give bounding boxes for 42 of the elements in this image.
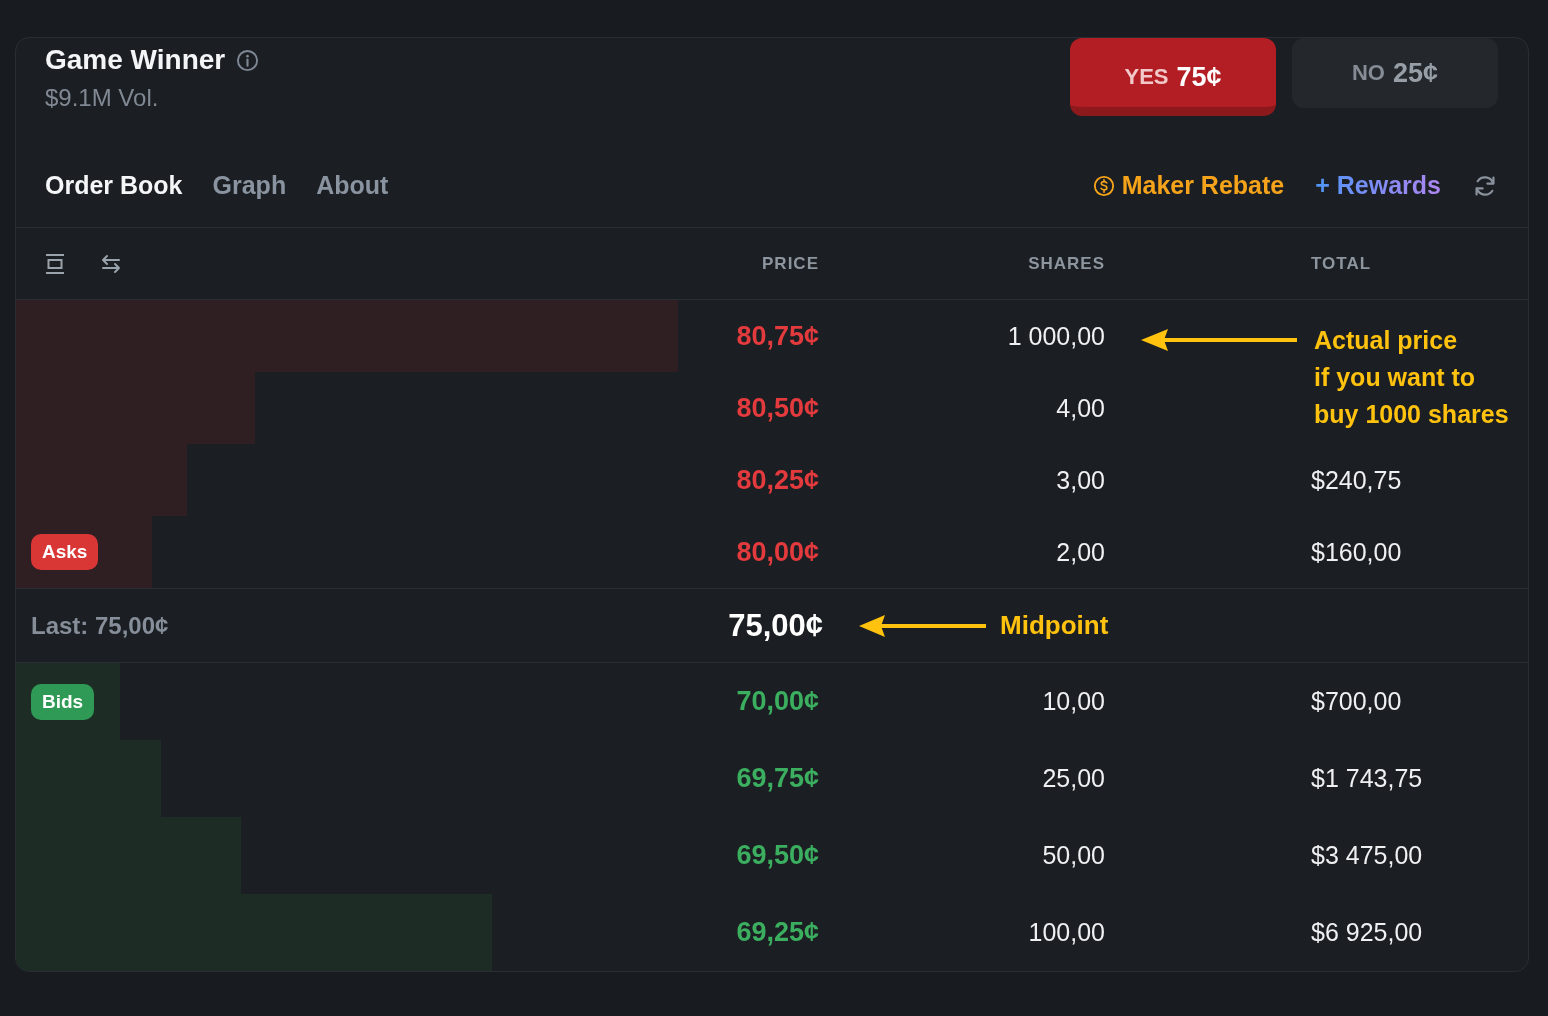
share-amount: 25,00 xyxy=(1042,764,1105,793)
midpoint-price: 75,00¢ xyxy=(728,607,823,644)
share-amount: 3,00 xyxy=(1056,465,1105,495)
maker-rebate-link[interactable]: Maker Rebate xyxy=(1092,171,1285,200)
tab[interactable]: About xyxy=(316,171,389,200)
share-amount: 4,00 xyxy=(1056,393,1105,423)
bid-price: 69,50¢ xyxy=(736,840,819,871)
share-amount: 2,00 xyxy=(1056,537,1105,567)
ask-price: 80,00¢ xyxy=(736,536,819,568)
share-amount: 10,00 xyxy=(1042,687,1105,716)
total-amount: $3 475,00 xyxy=(1311,841,1423,870)
share-amount: 50,00 xyxy=(1042,841,1105,870)
bid-price: 69,75¢ xyxy=(736,763,819,794)
share-amount: 100,00 xyxy=(1028,918,1105,947)
align-center-icon[interactable] xyxy=(43,251,67,276)
bid-price: 70,00¢ xyxy=(736,686,819,717)
volume-label: $9.1M Vol. xyxy=(45,84,159,112)
outcome-button[interactable]: NO 25¢ xyxy=(1292,38,1498,108)
column-header: TOTAL xyxy=(1311,253,1372,274)
total-amount: $240,75 xyxy=(1311,465,1402,495)
outcome-button[interactable]: YES 75¢ xyxy=(1070,38,1276,116)
side-badge: Bids xyxy=(31,683,95,720)
ask-price: 80,50¢ xyxy=(736,392,819,424)
tab[interactable]: Graph xyxy=(212,171,287,200)
bid-price: 69,25¢ xyxy=(736,917,819,948)
total-amount: $700,00 xyxy=(1311,687,1402,716)
side-badge: Asks xyxy=(31,534,99,570)
total-amount: $6 925,00 xyxy=(1311,918,1423,947)
total-amount: $1 743,75 xyxy=(1311,764,1423,793)
share-amount: 1 000,00 xyxy=(1007,321,1105,351)
ask-price: 80,75¢ xyxy=(736,320,819,352)
total-amount: $160,00 xyxy=(1311,537,1402,567)
callout-text: Actual price if you want to buy 1000 shares xyxy=(1314,325,1509,430)
ask-price: 80,25¢ xyxy=(736,464,819,496)
market-title: Game Winner xyxy=(45,44,226,76)
column-header: PRICE xyxy=(762,253,819,274)
column-header: SHARES xyxy=(1028,253,1105,274)
dollar-coin-icon xyxy=(1092,174,1115,197)
tab[interactable]: Order Book xyxy=(45,171,183,200)
info-icon[interactable] xyxy=(236,48,260,72)
last-price: Last: 75,00¢ xyxy=(31,611,169,640)
callout-text: Midpoint xyxy=(1000,610,1109,641)
